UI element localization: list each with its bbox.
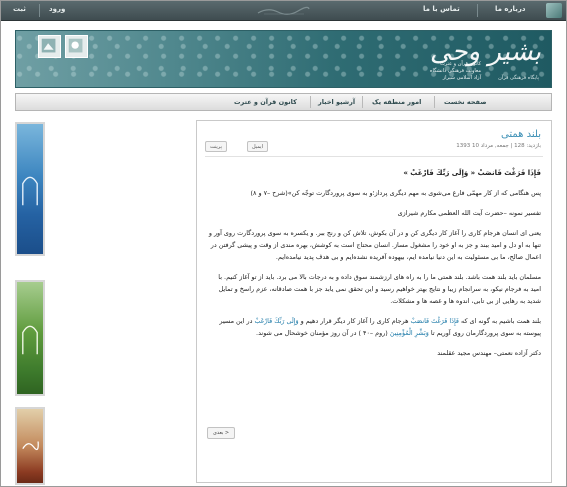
article-panel: بلند همتی بازدید: 128 | جمعه, مرداد 10 1… <box>196 120 552 483</box>
nav-item-home[interactable]: صفحه نخست <box>444 98 486 106</box>
article-title[interactable]: بلند همتی <box>501 129 541 140</box>
site-logo-subtitle: کانون قرآن و عترت معاونت فرهنگی دانشگاه … <box>429 61 481 81</box>
article-signature: دکتر آزاده نعمتی– مهندس مجید عقلمند <box>437 349 541 357</box>
calligraphy-icon <box>22 441 39 451</box>
arch-ornament-icon <box>22 176 38 206</box>
article-paragraph: بلند همت باشیم به گونه ای که فَإِذَا فَر… <box>219 317 541 337</box>
print-button[interactable]: پرینت <box>205 141 227 152</box>
next-article-button[interactable]: بعدی > <box>207 427 236 439</box>
about-link[interactable]: درباره ما <box>495 5 525 13</box>
nav-divider <box>310 96 311 108</box>
sidebar-poster-3[interactable] <box>15 407 45 485</box>
site-mini-logo-icon[interactable] <box>546 3 562 18</box>
nav-item-quran-center[interactable]: کانون قرآن و عترت <box>234 98 297 106</box>
article-verse: فَإِذَا فَرَغْتَ فَانصَبْ « وَإِلَى رَبِ… <box>403 169 541 177</box>
email-button[interactable]: ایمیل <box>247 141 268 152</box>
site-brand[interactable]: بشیر وحی کانون قرآن و عترت معاونت فرهنگی… <box>411 37 542 83</box>
article-paragraph: تفسیر نمونه –حضرت آیت الله العظمی مکارم … <box>397 209 541 217</box>
banner-thumbnail-2[interactable] <box>65 35 88 58</box>
nav-divider <box>362 96 363 108</box>
topbar-logo-icon <box>257 6 310 15</box>
article-paragraph: پس هنگامی که از کار مهمّی فارغ می‌شوی به… <box>250 189 541 197</box>
contact-link[interactable]: تماس با ما <box>423 5 460 13</box>
topbar-divider <box>477 4 478 17</box>
article-body: فَإِذَا فَرَغْتَ فَانصَبْ « وَإِلَى رَبِ… <box>207 167 541 367</box>
site-logo-tag: پایگاه فرهنگی قرآن <box>498 75 539 81</box>
main-nav: کانون قرآن و عترت آرشیو اخبار امور منطقه… <box>15 93 552 111</box>
topbar-divider <box>39 4 40 17</box>
top-bar: ثبت ورود تماس با ما درباره ما <box>1 1 566 21</box>
login-link[interactable]: ورود <box>49 5 65 13</box>
article-paragraph: یعنی ای انسان هرجام کاری را آغاز کار دیگ… <box>208 229 541 261</box>
register-link[interactable]: ثبت <box>13 5 26 13</box>
nav-item-news-archive[interactable]: آرشیو اخبار <box>318 98 355 106</box>
banner-thumbnail-1[interactable] <box>38 35 61 58</box>
arch-ornament-icon <box>22 325 38 355</box>
sidebar-poster-2[interactable] <box>15 280 45 396</box>
header-banner: بشیر وحی کانون قرآن و عترت معاونت فرهنگی… <box>15 30 552 88</box>
article-meta: بازدید: 128 | جمعه, مرداد 10 1393 <box>456 143 541 149</box>
article-paragraph: مسلمان باید بلند همت باشد. بلند همتی ما … <box>218 273 541 305</box>
nav-divider <box>434 96 435 108</box>
divider <box>205 156 543 157</box>
sidebar-poster-1[interactable] <box>15 122 45 256</box>
nav-item-region-one[interactable]: امور منطقه یک <box>372 98 421 106</box>
